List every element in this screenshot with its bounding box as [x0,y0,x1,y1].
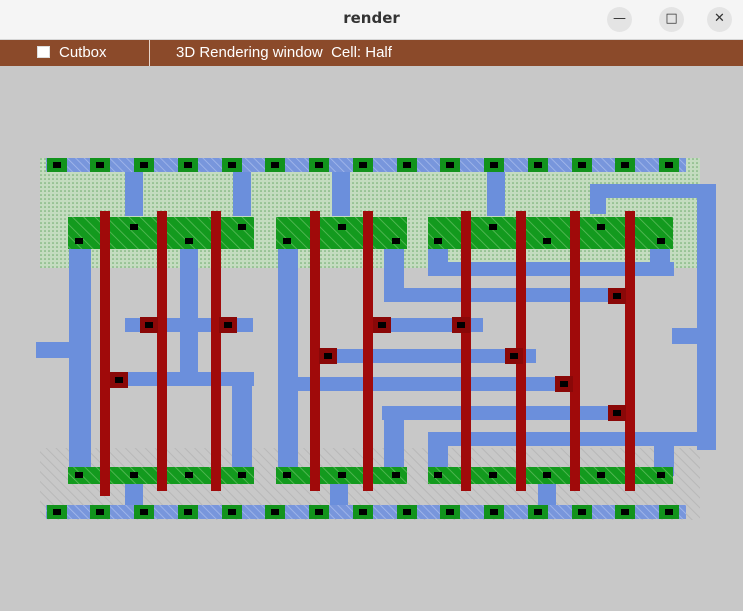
title-bar: render — □ ✕ [0,0,743,40]
toolbar: Cutbox 3D Rendering window Cell: Half [0,40,743,66]
maximize-button[interactable]: □ [659,7,684,32]
minimize-button[interactable]: — [607,7,632,32]
toolbar-divider [149,40,150,66]
layout-canvas[interactable] [0,66,743,611]
close-button[interactable]: ✕ [707,7,732,32]
cutbox-checkbox[interactable] [37,46,50,58]
cutbox-label[interactable]: Cutbox [59,44,107,61]
status-text: 3D Rendering window Cell: Half [176,44,392,61]
